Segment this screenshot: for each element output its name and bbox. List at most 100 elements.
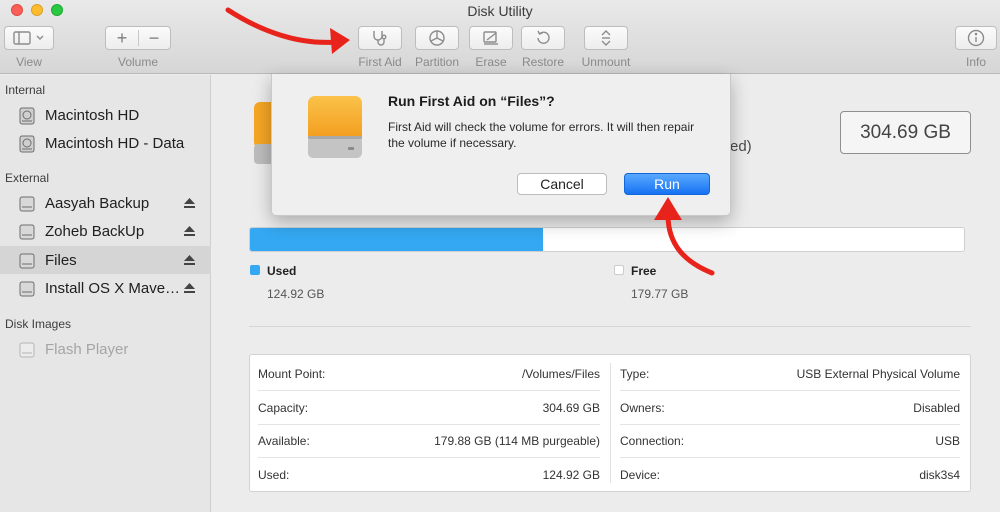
sidebar: Internal Macintosh HD Macintosh HD - Dat…: [0, 75, 211, 512]
volume-button-group: + −: [105, 26, 171, 50]
sidebar-item-flash-player[interactable]: Flash Player: [0, 335, 211, 363]
sidebar-section-external: External: [5, 171, 50, 185]
volume-label: Volume: [117, 55, 159, 69]
cancel-button[interactable]: Cancel: [517, 173, 607, 195]
info-key: Capacity:: [258, 400, 309, 415]
window-title: Disk Utility: [467, 3, 533, 19]
partition-label: Partition: [414, 55, 460, 69]
unmount-button[interactable]: [584, 26, 628, 50]
unmount-icon: [601, 30, 611, 46]
sidebar-item-label: Aasyah Backup: [45, 194, 150, 212]
info-row: Available: 179.88 GB (114 MB purgeable): [258, 424, 600, 458]
restore-button[interactable]: [521, 26, 565, 50]
volume-info-table: Mount Point: /Volumes/Files Capacity: 304.…: [249, 354, 971, 492]
first-aid-label: First Aid: [358, 55, 402, 69]
external-drive-icon: [308, 96, 362, 158]
dialog-title: Run First Aid on “Files”?: [388, 93, 555, 109]
partition-button[interactable]: [415, 26, 459, 50]
info-row: Type: USB External Physical Volume: [620, 357, 960, 391]
hard-drive-icon: [19, 107, 35, 125]
sidebar-section-internal: Internal: [5, 83, 46, 97]
eject-icon[interactable]: [184, 255, 195, 265]
info-value: 179.88 GB (114 MB purgeable): [434, 433, 600, 448]
add-volume-button[interactable]: +: [106, 28, 138, 49]
view-label: View: [16, 55, 42, 69]
eject-icon[interactable]: [184, 226, 195, 236]
sidebar-item-zoheb-backup[interactable]: Zoheb BackUp: [0, 217, 211, 245]
run-button[interactable]: Run: [624, 173, 710, 195]
view-button[interactable]: [4, 26, 54, 50]
info-key: Available:: [258, 433, 310, 448]
info-row: Used: 124.92 GB: [258, 458, 600, 492]
restore-label: Restore: [521, 55, 565, 69]
sidebar-icon: [13, 31, 44, 45]
pencil-erase-icon: [483, 31, 498, 45]
external-drive-icon: [19, 196, 35, 212]
column-divider: [610, 363, 611, 483]
external-drive-icon: [19, 253, 35, 269]
dialog-message: First Aid will check the volume for erro…: [388, 120, 695, 150]
free-legend-value: 179.77 GB: [631, 287, 689, 301]
external-drive-icon: [19, 224, 35, 240]
info-value: Disabled: [913, 400, 960, 415]
sidebar-item-label: Zoheb BackUp: [45, 222, 145, 240]
sidebar-item-install-os-x[interactable]: Install OS X Mave…: [0, 274, 211, 302]
hard-drive-icon: [19, 135, 35, 153]
info-row: Owners: Disabled: [620, 391, 960, 425]
info-column-left: Mount Point: /Volumes/Files Capacity: 304.…: [250, 355, 610, 491]
info-value: disk3s4: [919, 468, 960, 482]
info-key: Owners:: [620, 400, 665, 415]
erase-label: Erase: [475, 55, 507, 69]
usage-bar: [249, 227, 965, 252]
sidebar-item-aasyah-backup[interactable]: Aasyah Backup: [0, 189, 211, 217]
free-legend-swatch: [614, 265, 624, 275]
info-row: Mount Point: /Volumes/Files: [258, 357, 600, 391]
remove-volume-button[interactable]: −: [138, 28, 170, 49]
eject-icon[interactable]: [184, 198, 195, 208]
disk-image-icon: [19, 342, 35, 358]
pie-icon: [429, 30, 445, 46]
info-value: USB: [935, 433, 960, 448]
info-key: Mount Point:: [258, 366, 326, 381]
info-key: Type:: [620, 366, 650, 381]
volume-subtitle-fragment: ed): [730, 138, 752, 155]
usage-bar-used: [250, 228, 543, 251]
free-legend-label: Free: [631, 264, 657, 278]
sidebar-item-label: Macintosh HD - Data: [45, 134, 185, 152]
info-value: 304.69 GB: [542, 400, 600, 415]
info-key: Device:: [620, 468, 661, 482]
info-row: Capacity: 304.69 GB: [258, 391, 600, 425]
sidebar-item-macintosh-hd[interactable]: Macintosh HD: [0, 101, 211, 129]
info-key: Connection:: [620, 433, 685, 448]
sidebar-item-label: Install OS X Mave…: [45, 279, 181, 297]
sidebar-item-label: Files: [45, 251, 77, 269]
external-drive-icon: [19, 281, 35, 297]
eject-icon[interactable]: [184, 283, 195, 293]
first-aid-dialog: Run First Aid on “Files”? First Aid will…: [271, 74, 731, 216]
info-value: /Volumes/Files: [521, 366, 600, 381]
sidebar-item-files[interactable]: Files: [0, 246, 211, 274]
used-legend-swatch: [250, 265, 260, 275]
info-key: Used:: [258, 468, 290, 482]
unmount-label: Unmount: [581, 55, 631, 69]
sidebar-item-macintosh-hd-data[interactable]: Macintosh HD - Data: [0, 129, 211, 157]
info-value: USB External Physical Volume: [796, 366, 960, 381]
divider: [249, 326, 971, 327]
used-legend-label: Used: [267, 264, 297, 278]
toolbar: Disk Utility View + − Volume First Aid P…: [0, 0, 1000, 74]
first-aid-button[interactable]: [358, 26, 402, 50]
info-row: Device: disk3s4: [620, 458, 960, 492]
info-label: Info: [965, 55, 986, 69]
info-value: 124.92 GB: [542, 468, 600, 482]
info-row: Connection: USB: [620, 424, 960, 458]
used-legend-value: 124.92 GB: [267, 287, 325, 301]
info-column-right: Type: USB External Physical Volume Owners…: [612, 355, 970, 491]
capacity-badge: 304.69 GB: [840, 111, 971, 154]
info-button[interactable]: [955, 26, 997, 50]
restore-arrow-icon: [537, 30, 550, 44]
sidebar-item-label: Flash Player: [45, 340, 129, 358]
erase-button[interactable]: [469, 26, 513, 50]
sidebar-item-label: Macintosh HD: [45, 106, 140, 124]
sidebar-section-disk-images: Disk Images: [5, 317, 72, 331]
info-icon: [967, 29, 985, 47]
